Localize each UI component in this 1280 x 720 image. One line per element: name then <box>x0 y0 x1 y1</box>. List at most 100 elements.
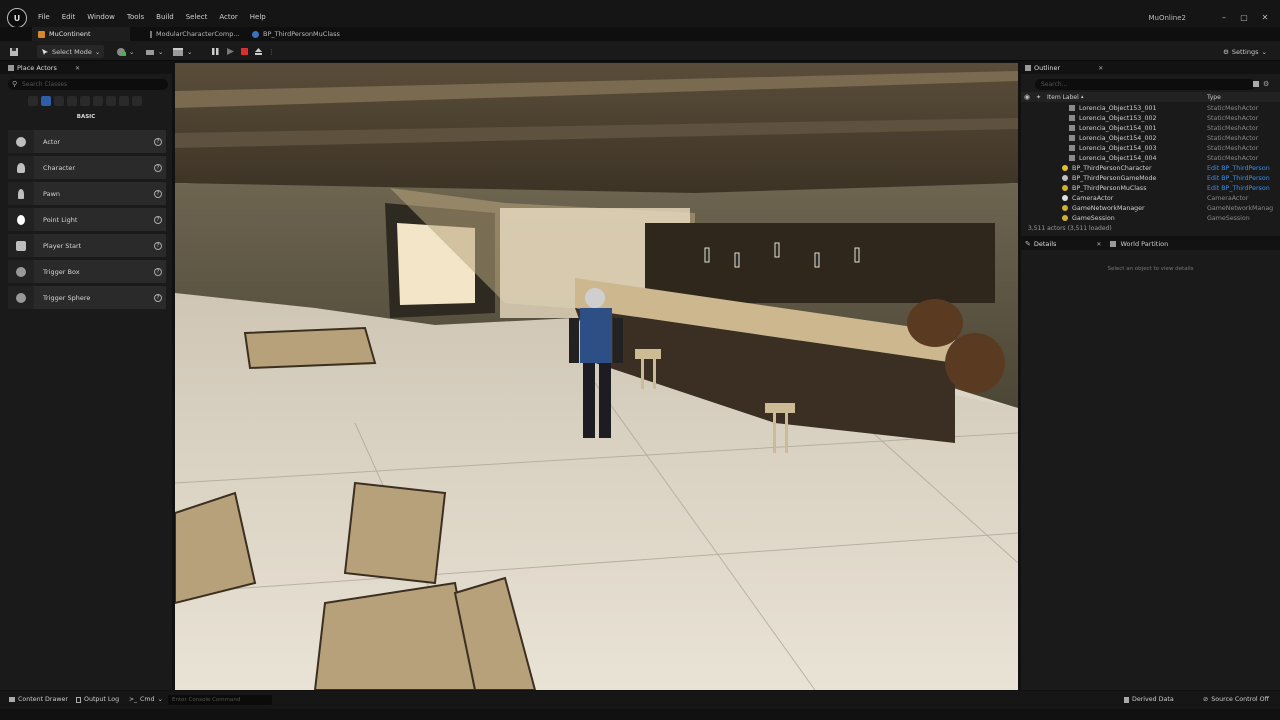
outliner-icon <box>1025 65 1031 71</box>
console-command-input[interactable]: Enter Console Command <box>168 695 272 705</box>
lights-category-icon[interactable] <box>54 96 64 106</box>
character-icon <box>17 162 25 173</box>
menu-window[interactable]: Window <box>81 13 121 21</box>
close-tab-icon[interactable]: ✕ <box>75 65 80 72</box>
chevron-down-icon: ⌄ <box>129 47 135 56</box>
outliner-row[interactable]: Lorencia_Object154_001 StaticMeshActor <box>1021 123 1280 133</box>
outliner-item-type: StaticMeshActor <box>1207 154 1259 162</box>
menu-file[interactable]: File <box>32 13 56 21</box>
level-viewport[interactable] <box>175 63 1018 690</box>
edit-blueprint-link[interactable]: Edit BP_ThirdPerson <box>1207 165 1270 172</box>
outliner-row[interactable]: CameraActor CameraActor <box>1021 193 1280 203</box>
cmd-label: Cmd <box>140 696 155 703</box>
select-mode-dropdown[interactable]: Select Mode ⌄ <box>37 45 105 58</box>
tab-mucontinent[interactable]: MuContinent <box>32 27 130 41</box>
outliner-row[interactable]: Lorencia_Object154_002 StaticMeshActor <box>1021 133 1280 143</box>
shapes-category-icon[interactable] <box>67 96 77 106</box>
menu-select[interactable]: Select <box>180 13 214 21</box>
outliner-item-type: StaticMeshActor <box>1207 114 1259 122</box>
menu-tools[interactable]: Tools <box>121 13 150 21</box>
outliner-item-label: GameNetworkManager <box>1072 204 1145 212</box>
chevron-down-icon: ⌄ <box>187 47 193 56</box>
content-drawer-button[interactable]: Content Drawer <box>9 696 68 703</box>
all-classes-category-icon[interactable] <box>119 96 129 106</box>
select-mode-icon <box>42 48 48 55</box>
help-icon[interactable]: ? <box>154 137 162 146</box>
outliner-row[interactable]: GameSession GameSession <box>1021 213 1280 223</box>
visual-effects-category-icon[interactable] <box>93 96 103 106</box>
menu-actor[interactable]: Actor <box>213 13 243 21</box>
play-options-button[interactable]: ⋮ <box>268 45 275 58</box>
outliner-item-label: Lorencia_Object154_004 <box>1079 154 1157 162</box>
cinematics-menu-button[interactable]: ⌄ <box>172 45 192 58</box>
blueprint-icon <box>252 30 259 38</box>
place-item-actor[interactable]: Actor ? <box>8 130 166 153</box>
source-control-button[interactable]: ⊘ Source Control Off <box>1203 696 1269 703</box>
help-icon[interactable]: ? <box>154 267 162 276</box>
search-classes-input[interactable]: ⚲ Search Classes <box>8 79 168 90</box>
outliner-row[interactable]: GameNetworkManager GameNetworkManag <box>1021 203 1280 213</box>
close-tab-icon[interactable]: ✕ <box>1096 241 1101 248</box>
basic-category-icon[interactable] <box>41 96 51 106</box>
tab-world-partition[interactable]: World Partition <box>1120 240 1168 248</box>
outliner-row[interactable]: BP_ThirdPersonGameMode Edit BP_ThirdPerso… <box>1021 173 1280 183</box>
tab-modular-character[interactable]: ModularCharacterComp... <box>144 27 244 41</box>
cinematic-category-icon[interactable] <box>80 96 90 106</box>
outliner-row[interactable]: Lorencia_Object154_003 StaticMeshActor <box>1021 143 1280 153</box>
place-item-trigger-box[interactable]: Trigger Box ? <box>8 260 166 283</box>
tab-details[interactable]: Details <box>1034 240 1057 248</box>
minimize-button[interactable]: – <box>1217 13 1231 22</box>
help-icon[interactable]: ? <box>154 293 162 302</box>
save-button[interactable] <box>9 45 19 58</box>
eject-button[interactable] <box>254 45 263 58</box>
place-item-trigger-sphere[interactable]: Trigger Sphere ? <box>8 286 166 309</box>
recent-icon[interactable] <box>28 96 38 106</box>
maximize-button[interactable]: ▢ <box>1237 13 1251 22</box>
outliner-settings-icon[interactable]: ⚙ <box>1263 80 1269 88</box>
outliner-search-input[interactable]: Search... <box>1035 79 1255 90</box>
pin-column-icon[interactable]: ✦ <box>1036 94 1041 101</box>
document-tabs: MuContinent ModularCharacterComp... BP_T… <box>0 27 1280 41</box>
visibility-column-icon[interactable]: ◉ <box>1024 93 1030 101</box>
close-button[interactable]: ✕ <box>1258 13 1272 22</box>
outliner-row[interactable]: Lorencia_Object154_004 StaticMeshActor <box>1021 153 1280 163</box>
edit-blueprint-link[interactable]: Edit BP_ThirdPerson <box>1207 175 1270 182</box>
cmd-dropdown[interactable]: >_ Cmd ⌄ <box>129 696 163 703</box>
tab-bp-thirdperson-muclass[interactable]: BP_ThirdPersonMuClass <box>246 27 346 41</box>
place-item-player-start[interactable]: Player Start ? <box>8 234 166 257</box>
derived-data-button[interactable]: Derived Data <box>1124 696 1174 703</box>
outliner-row[interactable]: BP_ThirdPersonMuClass Edit BP_ThirdPerson <box>1021 183 1280 193</box>
pause-button[interactable] <box>211 45 220 58</box>
volumes-category-icon[interactable] <box>106 96 116 106</box>
resume-button[interactable] <box>226 45 235 58</box>
help-icon[interactable]: ? <box>154 163 162 172</box>
place-item-point-light[interactable]: Point Light ? <box>8 208 166 231</box>
game-mode-icon <box>1062 175 1068 181</box>
stop-button[interactable] <box>240 45 249 58</box>
outliner-row[interactable]: Lorencia_Object153_002 StaticMeshActor <box>1021 113 1280 123</box>
close-tab-icon[interactable]: ✕ <box>1098 65 1103 72</box>
unreal-logo-icon[interactable]: U <box>7 8 27 28</box>
settings-button[interactable]: ⚙ Settings ⌄ <box>1223 45 1267 58</box>
menu-help[interactable]: Help <box>244 13 272 21</box>
item-label-column[interactable]: Item Label <box>1047 94 1079 101</box>
outliner-item-type: StaticMeshActor <box>1207 104 1259 112</box>
type-column[interactable]: Type <box>1207 94 1221 101</box>
place-item-character[interactable]: Character ? <box>8 156 166 179</box>
help-icon[interactable]: ? <box>154 215 162 224</box>
help-icon[interactable]: ? <box>154 241 162 250</box>
add-content-button[interactable]: ⌄ <box>116 45 134 58</box>
blueprint-menu-button[interactable]: ⌄ <box>145 45 163 58</box>
menu-build[interactable]: Build <box>150 13 180 21</box>
help-icon[interactable]: ? <box>154 189 162 198</box>
add-filter-icon[interactable] <box>1253 81 1259 87</box>
more-categories-icon[interactable] <box>132 96 142 106</box>
output-log-button[interactable]: Output Log <box>76 696 119 703</box>
outliner-row[interactable]: Lorencia_Object153_001 StaticMeshActor <box>1021 103 1280 113</box>
menu-edit[interactable]: Edit <box>56 13 82 21</box>
content-drawer-icon <box>9 697 15 702</box>
outliner-row[interactable]: BP_ThirdPersonCharacter Edit BP_ThirdPers… <box>1021 163 1280 173</box>
outliner-item-type: CameraActor <box>1207 194 1249 202</box>
place-item-pawn[interactable]: Pawn ? <box>8 182 166 205</box>
edit-blueprint-link[interactable]: Edit BP_ThirdPerson <box>1207 185 1270 192</box>
